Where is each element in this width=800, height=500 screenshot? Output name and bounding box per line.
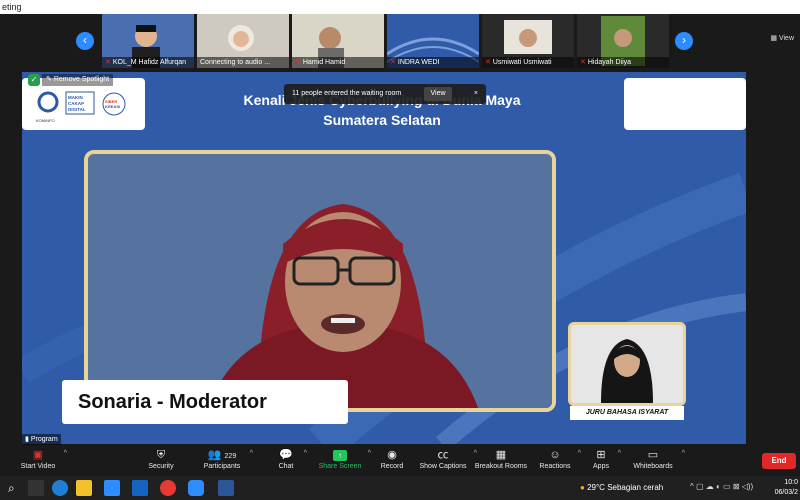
show-captions-button[interactable]: ㏄ Show Captions ^ [418,448,477,470]
video-off-icon: ▣ [32,449,44,461]
breakout-rooms-icon: ▦ [495,449,507,461]
participant-tile[interactable]: ✕ Usmiwati Usmiwati [482,14,574,68]
chat-icon: 💬 [279,449,293,461]
view-menu[interactable]: ▦ View [770,34,794,42]
participants-icon: 👥 229 [207,449,237,461]
remove-spotlight-button[interactable]: ✎ Remove Spotlight [42,74,114,86]
speaker-video [84,150,556,412]
svg-text:CAKAP: CAKAP [68,101,84,106]
whiteboards-button[interactable]: ▭ Whiteboards ^ [630,448,685,470]
mic-muted-icon: ✕ [485,59,491,66]
chevron-up-icon[interactable]: ^ [682,450,685,457]
interpreter-label: JURU BAHASA ISYARAT [570,406,684,420]
mic-muted-icon: ✕ [295,59,301,66]
participant-tile[interactable]: ✕ Hidayah Diiya [577,14,669,68]
system-tray-icons[interactable]: ^ ▢ ☁ ◐ ▭ ⊠ ◁)) [690,482,753,491]
reactions-button[interactable]: ☺ Reactions ^ [538,448,581,470]
window-title-bar: eting [0,0,800,14]
zoom-icon[interactable] [188,480,204,496]
mic-muted-icon: ✕ [580,59,586,66]
close-icon[interactable]: × [474,84,478,104]
participant-tile[interactable]: Connecting to audio ... [197,14,289,68]
participant-name: INDRA WEDI [397,59,440,66]
breakout-rooms-button[interactable]: ▦ Breakout Rooms [474,448,528,470]
interpreter-video [568,322,686,406]
speaker-video-feed [88,154,552,408]
participants-button[interactable]: 👥 229 Participants ^ [200,448,253,470]
program-audio-indicator[interactable]: ▮ Program [22,434,61,445]
grid-icon: ▦ [770,35,777,42]
share-screen-button[interactable]: ↑ Share Screen ^ [318,448,371,470]
svg-text:MAKIN: MAKIN [68,95,83,100]
start-video-button[interactable]: ▣ Start Video ^ [18,448,67,470]
svg-text:KREASI: KREASI [105,104,120,109]
record-button[interactable]: ◉ Record [378,448,406,470]
participant-name: Hamid Hamid [302,59,346,66]
gallery-strip: ‹ ✕ KOL_M Hafidz Alfurqan Connecting to a… [0,14,800,70]
chevron-up-icon[interactable]: ^ [304,450,307,457]
svg-text:DIGITAL: DIGITAL [68,107,86,112]
chevron-up-icon[interactable]: ^ [368,450,371,457]
chrome-icon[interactable] [160,480,176,496]
blank-card [624,78,746,130]
waiting-room-message: 11 people entered the waiting room [292,90,402,97]
waiting-room-view-button[interactable]: View [424,87,452,101]
edge-icon[interactable] [52,480,68,496]
shield-icon: ⛨ [156,449,166,461]
security-button[interactable]: ⛨ Security [146,448,176,470]
word-icon[interactable] [218,480,234,496]
record-icon: ◉ [387,449,397,461]
participant-name: KOL_M Hafidz Alfurqan [112,59,187,66]
sun-icon: ● [580,483,585,492]
participant-tile[interactable]: ✕ KOL_M Hafidz Alfurqan [102,14,194,68]
pin-icon: ✎ [46,76,52,83]
chevron-up-icon[interactable]: ^ [64,450,67,457]
interpreter-video-feed [571,325,683,403]
gallery-next-button[interactable]: › [675,32,693,50]
file-explorer-icon[interactable] [76,480,92,496]
waiting-room-notification: 11 people entered the waiting room View … [284,84,486,104]
mic-muted-icon: ✕ [105,59,111,66]
chat-button[interactable]: 💬 Chat ^ [274,448,307,470]
whiteboard-icon: ▭ [647,449,659,461]
participant-name: Connecting to audio ... [200,59,271,66]
mail-icon[interactable] [132,480,148,496]
gallery-prev-button[interactable]: ‹ [76,32,94,50]
share-screen-icon: ↑ [318,448,362,463]
svg-text:KOMINFO: KOMINFO [36,118,55,123]
weather-widget[interactable]: ● 29°C Sebagian cerah [580,476,663,500]
chevron-up-icon[interactable]: ^ [250,450,253,457]
participants-count: 229 [224,453,237,460]
window-title: eting [2,2,22,12]
participant-tile[interactable]: ✕ INDRA WEDI [387,14,479,68]
store-icon[interactable] [104,480,120,496]
search-icon[interactable]: ⌕ [8,480,24,496]
signal-icon: ▮ [25,436,29,443]
shield-icon: ✓ [28,74,40,86]
captions-icon: ㏄ [437,449,449,461]
apps-button[interactable]: ⊞ Apps ^ [590,448,621,470]
reactions-icon: ☺ [549,449,561,461]
mic-muted-icon: ✕ [390,59,396,66]
windows-taskbar: ⌕ ● 29°C Sebagian cerah ^ ▢ ☁ ◐ ▭ ⊠ ◁)) … [0,476,800,500]
system-clock[interactable]: 10:0 06/03/2 [775,478,798,498]
chevron-up-icon[interactable]: ^ [618,450,621,457]
participant-name: Usmiwati Usmiwati [492,59,552,66]
end-meeting-button[interactable]: End [762,453,796,469]
apps-icon: ⊞ [596,449,606,461]
task-view-icon[interactable] [28,480,44,496]
participant-name: Hidayah Diiya [587,59,632,66]
meeting-toolbar: ▣ Start Video ^ ⛨ Security 👥 229 Partici… [0,446,800,476]
participant-tile[interactable]: ✕ Hamid Hamid [292,14,384,68]
chevron-up-icon[interactable]: ^ [578,450,581,457]
speaker-name-plate: Sonaria - Moderator [62,380,348,424]
shared-content: KOMINFO MAKIN CAKAP DIGITAL SIBER KREASI… [22,72,746,444]
